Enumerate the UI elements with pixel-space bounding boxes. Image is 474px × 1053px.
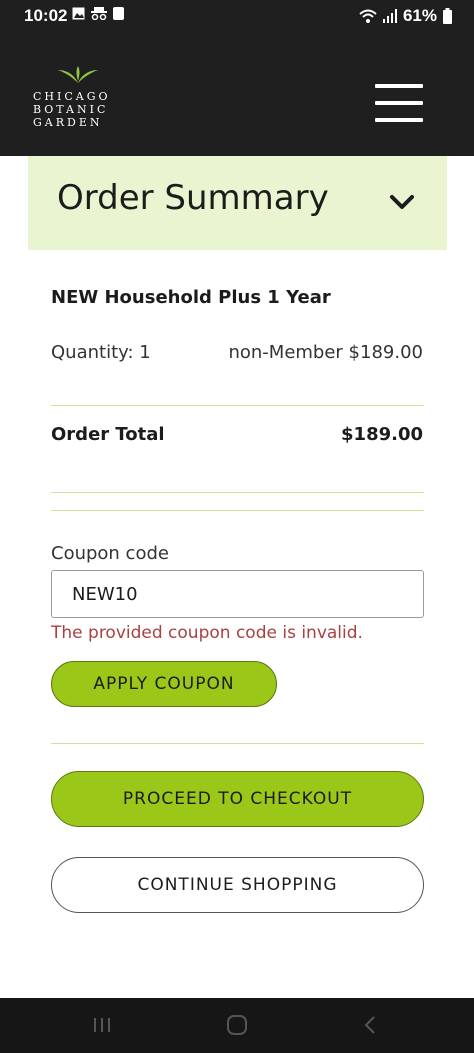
spy-icon bbox=[91, 7, 107, 20]
battery-percent: 61% bbox=[402, 6, 437, 25]
chicago-botanic-garden-logo[interactable]: CHICAGO BOTANIC GARDEN bbox=[33, 66, 123, 129]
coupon-code-label: Coupon code bbox=[51, 543, 169, 564]
divider bbox=[51, 510, 424, 511]
quantity-price: non-Member $189.00 bbox=[228, 342, 423, 363]
order-summary-title: Order Summary bbox=[57, 178, 329, 218]
divider bbox=[51, 743, 424, 744]
system-nav-bar bbox=[0, 998, 474, 1053]
quantity-label: Quantity: 1 bbox=[51, 342, 151, 363]
chevron-down-icon[interactable] bbox=[388, 192, 416, 212]
back-icon[interactable] bbox=[350, 1010, 390, 1040]
signal-icon bbox=[382, 9, 397, 23]
wifi-icon bbox=[359, 9, 377, 23]
leaf-logo-icon bbox=[58, 66, 98, 83]
battery-icon bbox=[443, 8, 452, 24]
status-icons-right: 61% bbox=[359, 6, 452, 26]
order-total-label: Order Total bbox=[51, 424, 165, 445]
recent-apps-icon[interactable] bbox=[82, 1010, 122, 1040]
product-name: NEW Household Plus 1 Year bbox=[51, 287, 331, 308]
order-total-value: $189.00 bbox=[341, 424, 423, 445]
order-summary-toggle[interactable]: Order Summary bbox=[28, 156, 447, 250]
status-bar: 10:02 61% bbox=[0, 0, 474, 32]
home-icon[interactable] bbox=[217, 1010, 257, 1040]
logo-text: CHICAGO BOTANIC GARDEN bbox=[33, 90, 111, 129]
continue-shopping-button[interactable]: CONTINUE SHOPPING bbox=[51, 857, 424, 913]
proceed-to-checkout-button[interactable]: PROCEED TO CHECKOUT bbox=[51, 771, 424, 827]
site-header: CHICAGO BOTANIC GARDEN bbox=[0, 32, 474, 156]
sd-card-icon bbox=[113, 7, 124, 20]
divider bbox=[51, 492, 424, 493]
coupon-code-input[interactable] bbox=[51, 570, 424, 618]
coupon-error-message: The provided coupon code is invalid. bbox=[51, 623, 363, 643]
divider bbox=[51, 405, 424, 406]
status-icons-left bbox=[72, 7, 124, 20]
image-icon bbox=[72, 7, 85, 20]
apply-coupon-button[interactable]: APPLY COUPON bbox=[51, 661, 277, 707]
hamburger-menu-icon[interactable] bbox=[375, 84, 423, 124]
status-time: 10:02 bbox=[24, 6, 68, 25]
